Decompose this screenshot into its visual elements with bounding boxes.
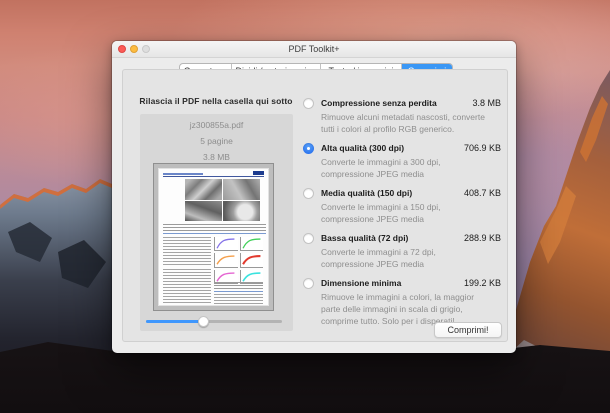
file-size: 3.8 MB: [140, 152, 293, 162]
pdf-drop-zone[interactable]: jz300855a.pdf 5 pagine 3.8 MB: [140, 114, 293, 331]
window-title: PDF Toolkit+: [112, 44, 516, 54]
option-lossless[interactable]: Compressione senza perdita 3.8 MB Rimuov…: [303, 95, 501, 135]
preview-caption-lines: [163, 224, 266, 232]
option-description: Rimuove alcuni metadati nascosti, conver…: [321, 111, 491, 135]
preview-text-column: [163, 237, 211, 265]
option-title: Alta qualità (300 dpi): [321, 142, 404, 155]
preview-link-line: [163, 233, 266, 234]
preview-zoom-slider[interactable]: [146, 316, 282, 327]
titlebar[interactable]: PDF Toolkit+: [112, 41, 516, 58]
preview-text-column: [214, 294, 263, 305]
pdf-preview-well: [153, 163, 274, 311]
radio-low-quality[interactable]: [303, 233, 314, 244]
option-title: Dimensione minima: [321, 277, 401, 290]
drop-hint-label: Rilascia il PDF nella casella qui sotto: [125, 96, 307, 106]
option-medium-quality[interactable]: Media qualità (150 dpi) 408.7 KB Convert…: [303, 185, 501, 225]
option-description: Converte le immagini a 72 dpi, compressi…: [321, 246, 491, 270]
option-title: Compressione senza perdita: [321, 97, 437, 110]
radio-high-quality[interactable]: [303, 143, 314, 154]
preview-header-logo: [253, 171, 264, 175]
preview-link-line: [214, 291, 263, 292]
pdf-preview-thumbnail: [158, 168, 269, 306]
radio-minimum-size[interactable]: [303, 278, 314, 289]
radio-lossless[interactable]: [303, 98, 314, 109]
preview-text-column: [163, 269, 211, 306]
option-size: 288.9 KB: [464, 232, 501, 245]
option-size: 706.9 KB: [464, 142, 501, 155]
compress-button[interactable]: Comprimi!: [434, 322, 502, 338]
preview-chart-caption: [214, 282, 263, 290]
preview-header-rule: [163, 176, 264, 177]
option-size: 199.2 KB: [464, 277, 501, 290]
preview-zoom-slider-knob[interactable]: [198, 316, 209, 327]
option-size: 408.7 KB: [464, 187, 501, 200]
option-title: Media qualità (150 dpi): [321, 187, 412, 200]
pdf-toolkit-window: PDF Toolkit+ Concatena Dividi / estrai p…: [112, 41, 516, 353]
option-title: Bassa qualità (72 dpi): [321, 232, 408, 245]
preview-journal-header: [163, 173, 203, 175]
preview-mini-charts: [214, 237, 263, 280]
compression-options: Compressione senza perdita 3.8 MB Rimuov…: [303, 95, 501, 332]
option-size: 3.8 MB: [472, 97, 501, 110]
radio-medium-quality[interactable]: [303, 188, 314, 199]
option-minimum-size[interactable]: Dimensione minima 199.2 KB Rimuove le im…: [303, 275, 501, 327]
file-name: jz300855a.pdf: [140, 120, 293, 130]
option-description: Converte le immagini a 150 dpi, compress…: [321, 201, 491, 225]
option-low-quality[interactable]: Bassa qualità (72 dpi) 288.9 KB Converte…: [303, 230, 501, 270]
option-description: Converte le immagini a 300 dpi, compress…: [321, 156, 491, 180]
file-page-count: 5 pagine: [140, 136, 293, 146]
tab-content-panel: Rilascia il PDF nella casella qui sotto …: [122, 69, 508, 342]
preview-zoom-slider-fill: [146, 320, 203, 323]
preview-sem-images: [185, 179, 260, 221]
option-high-quality[interactable]: Alta qualità (300 dpi) 706.9 KB Converte…: [303, 140, 501, 180]
